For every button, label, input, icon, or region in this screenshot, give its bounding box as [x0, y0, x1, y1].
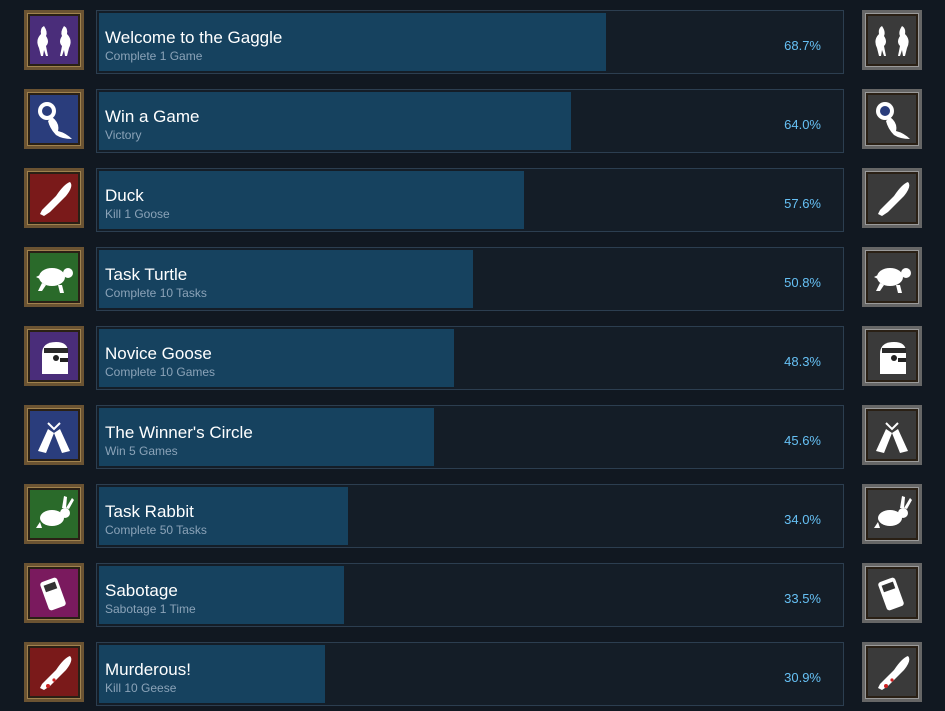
achievement-title: Win a Game	[105, 107, 200, 126]
bloody-knife-icon	[30, 648, 78, 696]
achievement-description: Win 5 Games	[105, 444, 178, 458]
ribbon-icon	[30, 95, 78, 143]
achievement-icon-frame	[24, 642, 84, 702]
achievement-percent: 64.0%	[784, 117, 821, 132]
achievement-progress-bar: Task Rabbit Complete 50 Tasks 34.0%	[96, 484, 844, 548]
achievement-percent: 50.8%	[784, 275, 821, 290]
achievement-title: Novice Goose	[105, 344, 212, 363]
achievement-percent: 30.9%	[784, 670, 821, 685]
remote-icon	[868, 569, 916, 617]
achievement-description: Sabotage 1 Time	[105, 602, 196, 616]
achievement-locked-icon-frame	[862, 563, 922, 623]
goose-helmet-icon	[868, 332, 916, 380]
achievement-icon-frame	[24, 326, 84, 386]
toast-icon	[868, 411, 916, 459]
achievement-title: Task Rabbit	[105, 502, 194, 521]
achievement-description: Complete 10 Games	[105, 365, 216, 379]
turtle-icon	[30, 253, 78, 301]
achievement-title: Welcome to the Gaggle	[105, 28, 283, 47]
achievement-locked-icon-frame	[862, 168, 922, 228]
achievement-locked-icon-frame	[862, 10, 922, 70]
achievement-title: Duck	[105, 186, 144, 205]
achievement-progress-bar: Murderous! Kill 10 Geese 30.9%	[96, 642, 844, 706]
achievement-description: Kill 1 Goose	[105, 207, 170, 221]
two-geese-icon	[30, 16, 78, 64]
turtle-icon	[868, 253, 916, 301]
achievement-progress-bar: Win a Game Victory 64.0%	[96, 89, 844, 153]
achievement-icon-frame	[24, 10, 84, 70]
achievement-locked-icon-frame	[862, 89, 922, 149]
achievement-locked-icon-frame	[862, 484, 922, 544]
achievement-description: Complete 10 Tasks	[105, 286, 207, 300]
achievement-locked-icon-frame	[862, 247, 922, 307]
ribbon-icon	[868, 95, 916, 143]
bloody-knife-icon	[868, 648, 916, 696]
achievement-icon-frame	[24, 563, 84, 623]
achievement-progress-bar: Task Turtle Complete 10 Tasks 50.8%	[96, 247, 844, 311]
achievement-title: Murderous!	[105, 660, 191, 679]
achievement-progress-bar: Duck Kill 1 Goose 57.6%	[96, 168, 844, 232]
achievement-description: Victory	[105, 128, 142, 142]
achievement-icon-frame	[24, 405, 84, 465]
achievement-icon-frame	[24, 89, 84, 149]
achievement-locked-icon-frame	[862, 326, 922, 386]
remote-icon	[30, 569, 78, 617]
achievement-percent: 33.5%	[784, 591, 821, 606]
rabbit-icon	[30, 490, 78, 538]
achievement-row[interactable]: Welcome to the Gaggle Complete 1 Game 68…	[0, 0, 945, 74]
achievement-icon-frame	[24, 247, 84, 307]
achievement-percent: 34.0%	[784, 512, 821, 527]
toast-icon	[30, 411, 78, 459]
achievement-percent: 45.6%	[784, 433, 821, 448]
achievement-row[interactable]: Duck Kill 1 Goose 57.6%	[0, 158, 945, 232]
achievement-description: Complete 50 Tasks	[105, 523, 207, 537]
achievement-row[interactable]: Win a Game Victory 64.0%	[0, 79, 945, 153]
achievement-locked-icon-frame	[862, 642, 922, 702]
achievement-row[interactable]: Novice Goose Complete 10 Games 48.3%	[0, 316, 945, 390]
achievement-progress-bar: Welcome to the Gaggle Complete 1 Game 68…	[96, 10, 844, 74]
achievement-percent: 48.3%	[784, 354, 821, 369]
achievement-row[interactable]: Murderous! Kill 10 Geese 30.9%	[0, 632, 945, 706]
rabbit-icon	[868, 490, 916, 538]
achievement-percent: 68.7%	[784, 38, 821, 53]
achievement-title: Task Turtle	[105, 265, 188, 284]
goose-helmet-icon	[30, 332, 78, 380]
achievement-description: Complete 1 Game	[105, 49, 203, 63]
achievement-icon-frame	[24, 484, 84, 544]
achievement-percent: 57.6%	[784, 196, 821, 211]
achievement-row[interactable]: The Winner's Circle Win 5 Games 45.6%	[0, 395, 945, 469]
achievement-description: Kill 10 Geese	[105, 681, 177, 695]
achievement-title: Sabotage	[105, 581, 178, 600]
achievement-icon-frame	[24, 168, 84, 228]
achievement-title: The Winner's Circle	[105, 423, 253, 442]
achievement-row[interactable]: Task Turtle Complete 10 Tasks 50.8%	[0, 237, 945, 311]
achievement-row[interactable]: Task Rabbit Complete 50 Tasks 34.0%	[0, 474, 945, 548]
achievement-progress-bar: Novice Goose Complete 10 Games 48.3%	[96, 326, 844, 390]
achievement-progress-bar: Sabotage Sabotage 1 Time 33.5%	[96, 563, 844, 627]
knife-icon	[30, 174, 78, 222]
achievement-locked-icon-frame	[862, 405, 922, 465]
achievement-row[interactable]: Sabotage Sabotage 1 Time 33.5%	[0, 553, 945, 627]
two-geese-icon	[868, 16, 916, 64]
achievement-progress-bar: The Winner's Circle Win 5 Games 45.6%	[96, 405, 844, 469]
knife-icon	[868, 174, 916, 222]
